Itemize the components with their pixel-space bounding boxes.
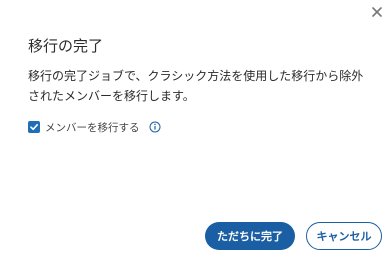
dialog-description: 移行の完了ジョブで、クラシック方法を使用した移行から除外されたメンバーを移行しま…: [28, 69, 364, 103]
cancel-button[interactable]: キャンセル: [306, 222, 382, 250]
info-icon: [149, 121, 160, 133]
info-button[interactable]: [149, 121, 161, 133]
close-icon: [372, 7, 382, 17]
dialog-title: 移行の完了: [28, 37, 104, 55]
close-button[interactable]: [368, 3, 386, 21]
migrate-members-label[interactable]: メンバーを移行する: [45, 120, 140, 135]
migrate-members-option: メンバーを移行する: [28, 119, 161, 135]
complete-now-button[interactable]: ただちに完了: [205, 222, 295, 250]
checkmark-icon: [30, 124, 38, 131]
migrate-members-checkbox[interactable]: [28, 121, 40, 133]
